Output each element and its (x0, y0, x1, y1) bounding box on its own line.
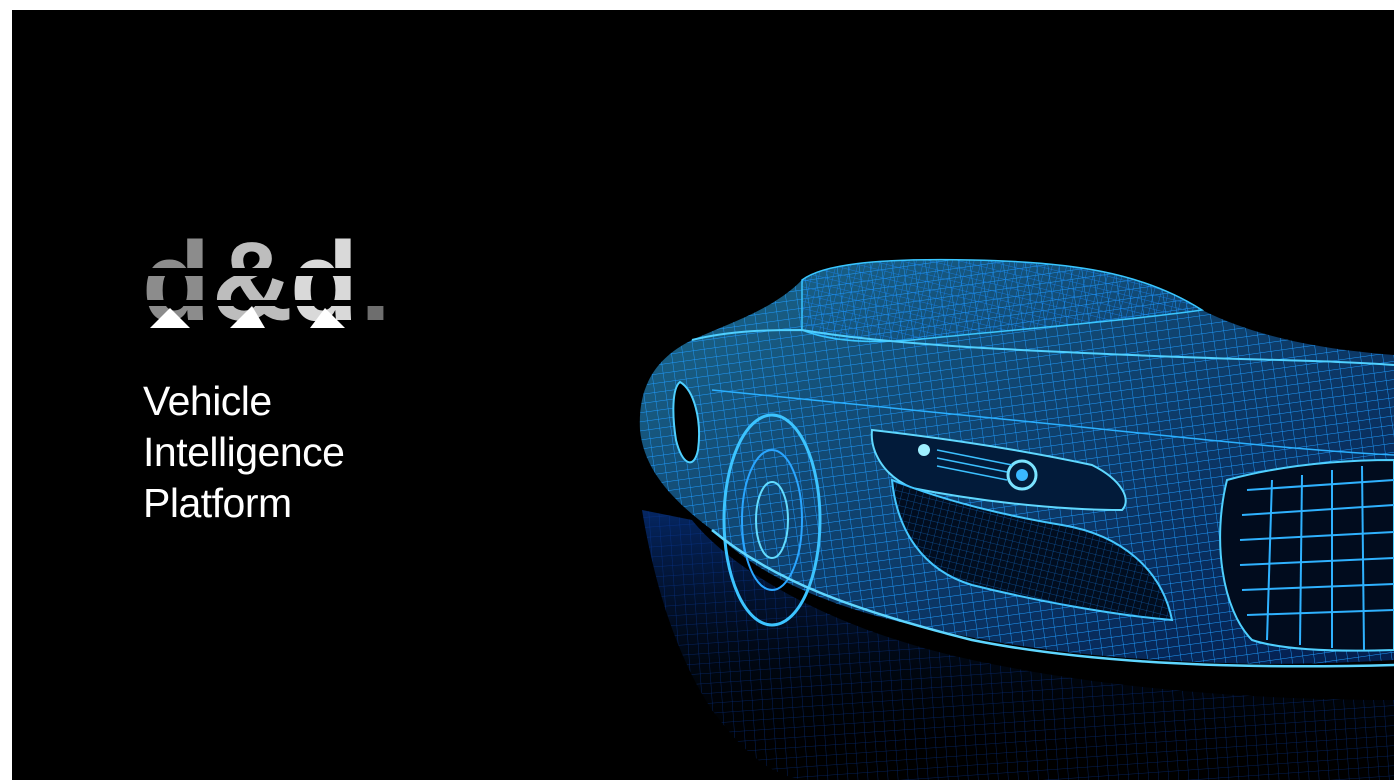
tagline: Vehicle Intelligence Platform (143, 376, 345, 529)
tagline-line-3: Platform (143, 480, 292, 526)
tagline-line-1: Vehicle (143, 378, 272, 424)
svg-text:.: . (360, 228, 391, 338)
brand-logo: d & d . (140, 228, 420, 338)
tagline-line-2: Intelligence (143, 429, 345, 475)
hero-slide: d & d . Vehicle Intelligence Platform (12, 10, 1394, 780)
